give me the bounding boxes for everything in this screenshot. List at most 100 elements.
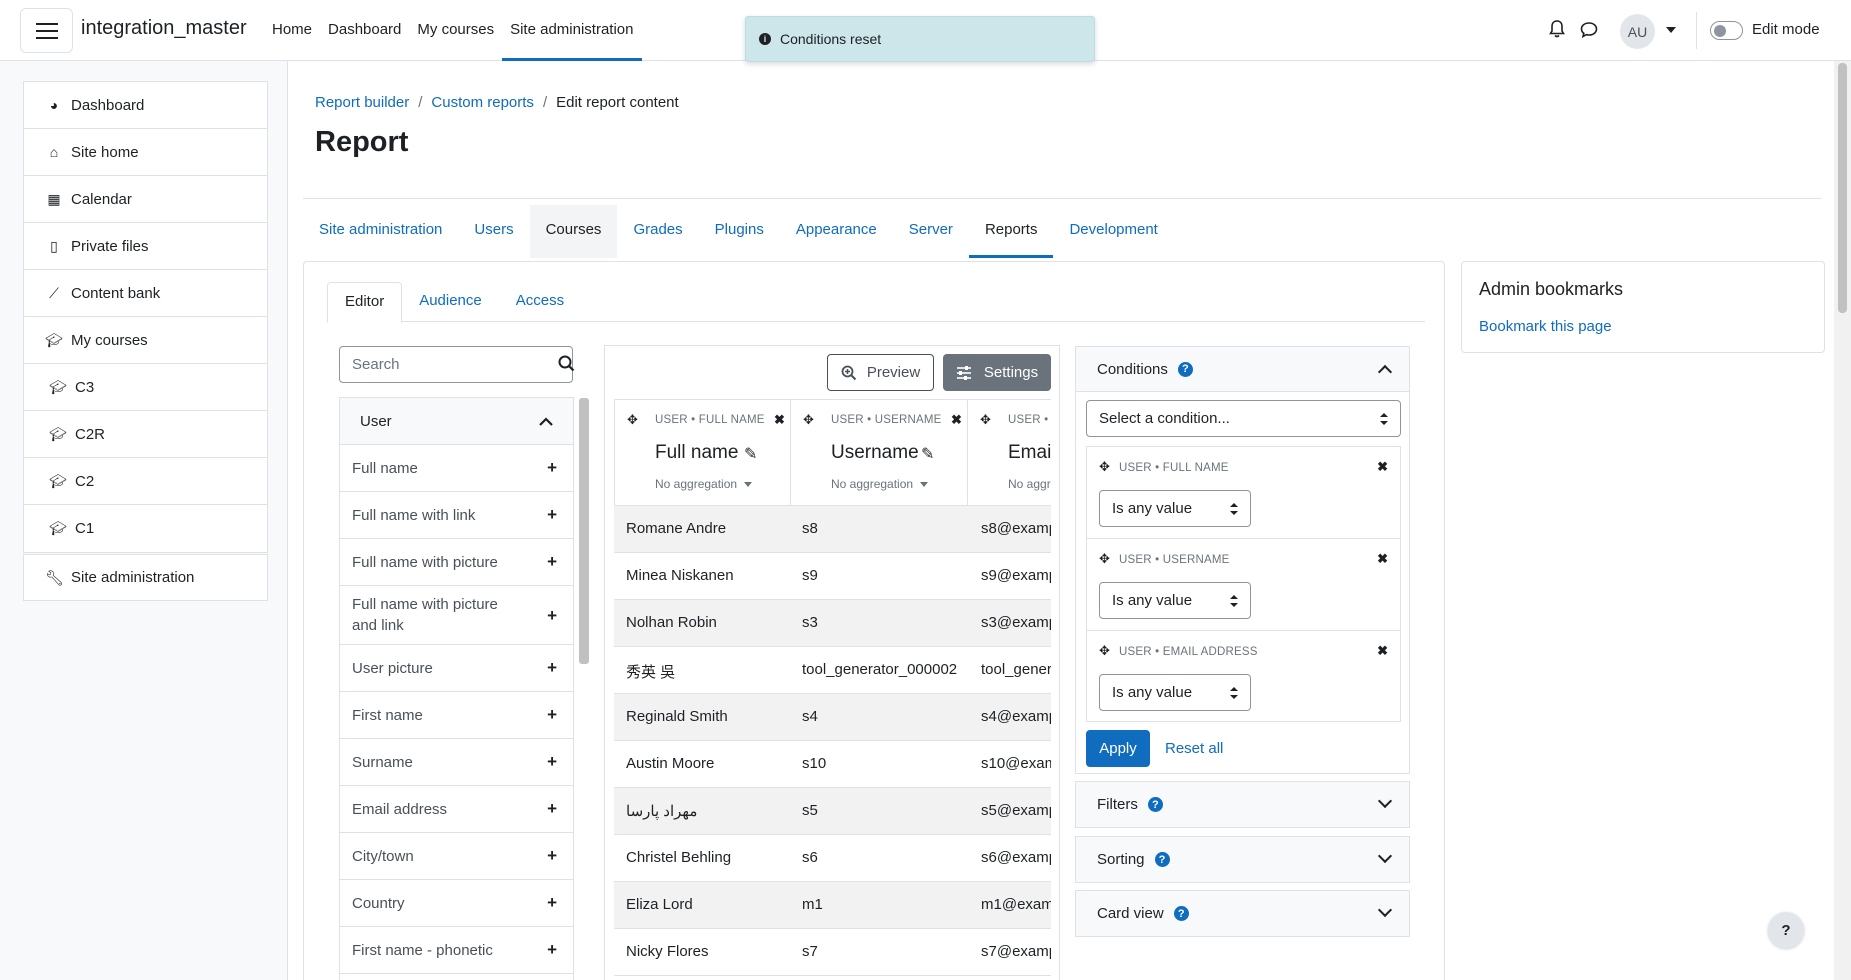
help-button[interactable]: ?	[1768, 912, 1804, 948]
nav-my-courses[interactable]: My courses	[409, 0, 502, 61]
column-item-full-name-with-picture-and-link[interactable]: Full name with picture and link +	[340, 586, 573, 645]
column-item-surname[interactable]: Surname +	[340, 739, 573, 786]
move-icon[interactable]: ✥	[1099, 551, 1110, 567]
column-item-full-name-with-link[interactable]: Full name with link +	[340, 492, 573, 539]
plus-icon[interactable]: +	[547, 458, 557, 478]
site-name[interactable]: integration_master	[81, 17, 247, 40]
condition-operator-select[interactable]: Is any value	[1099, 490, 1251, 527]
chevron-up-icon[interactable]	[539, 416, 553, 426]
chevron-down-icon[interactable]	[1377, 793, 1393, 809]
user-avatar[interactable]: AU	[1620, 14, 1655, 49]
messages-icon[interactable]	[1580, 21, 1598, 38]
drawer-item-c2r[interactable]: 🎓︎ C2R	[24, 411, 267, 458]
bell-icon[interactable]	[1549, 20, 1565, 38]
sorting-panel[interactable]: Sorting?	[1075, 836, 1410, 883]
column-header-username[interactable]: ✥ USER • USERNAME ✖ Username ✎ No aggreg…	[790, 399, 968, 506]
card-view-header[interactable]: Card view?	[1076, 891, 1409, 936]
sorting-header[interactable]: Sorting?	[1076, 837, 1409, 882]
tab-audience[interactable]: Audience	[402, 282, 499, 321]
user-menu-caret-icon[interactable]	[1666, 27, 1676, 33]
aggregation-dropdown[interactable]: No aggregation	[655, 477, 753, 491]
tab-access[interactable]: Access	[499, 282, 581, 321]
help-icon[interactable]: ?	[1173, 906, 1189, 921]
move-icon[interactable]: ✥	[980, 412, 991, 428]
drawer-item-calendar[interactable]: ▦ Calendar	[24, 176, 267, 223]
settings-button[interactable]: Settings	[943, 354, 1051, 391]
column-item-full-name-with-picture[interactable]: Full name with picture +	[340, 539, 573, 586]
plus-icon[interactable]: +	[547, 846, 557, 866]
breadcrumb-custom-reports[interactable]: Custom reports	[431, 94, 534, 111]
tab-server[interactable]: Server	[893, 205, 969, 258]
tab-appearance[interactable]: Appearance	[780, 205, 893, 258]
column-item-first-name[interactable]: First name +	[340, 692, 573, 739]
pencil-icon[interactable]: ✎	[921, 444, 934, 464]
move-icon[interactable]: ✥	[627, 412, 638, 428]
column-item-city-town[interactable]: City/town +	[340, 833, 573, 880]
move-icon[interactable]: ✥	[803, 412, 814, 428]
drawer-item-dashboard[interactable]: ◕ Dashboard	[24, 82, 267, 129]
tab-development[interactable]: Development	[1053, 205, 1173, 258]
tab-plugins[interactable]: Plugins	[699, 205, 780, 258]
filters-panel[interactable]: Filters?	[1075, 781, 1410, 828]
aggregation-dropdown[interactable]: No aggregation	[831, 477, 929, 491]
columns-list-scrollbar[interactable]	[579, 398, 589, 664]
plus-icon[interactable]: +	[547, 658, 557, 678]
plus-icon[interactable]: +	[547, 893, 557, 913]
column-header-full-name[interactable]: ✥ USER • FULL NAME ✖ Full name ✎ No aggr…	[614, 399, 791, 506]
apply-button[interactable]: Apply	[1086, 730, 1150, 767]
pencil-icon[interactable]: ✎	[744, 444, 757, 464]
chevron-down-icon[interactable]	[1377, 848, 1393, 864]
drawer-item-private-files[interactable]: ▯ Private files	[24, 223, 267, 270]
preview-button[interactable]: Preview	[827, 354, 934, 391]
plus-icon[interactable]: +	[547, 799, 557, 819]
chevron-up-icon[interactable]	[1377, 364, 1393, 380]
drawer-item-site-home[interactable]: ⌂ Site home	[24, 129, 267, 176]
tab-users[interactable]: Users	[458, 205, 529, 258]
help-icon[interactable]: ?	[1177, 361, 1193, 377]
column-item-country[interactable]: Country +	[340, 880, 573, 927]
column-item-email-address[interactable]: Email address +	[340, 786, 573, 833]
search-input[interactable]: Search	[339, 346, 573, 383]
conditions-header[interactable]: Conditions ?	[1076, 347, 1409, 392]
filters-header[interactable]: Filters?	[1076, 782, 1409, 827]
nav-home[interactable]: Home	[264, 0, 320, 61]
column-header-email[interactable]: ✥ USER • Emai No aggr	[967, 399, 1051, 506]
drawer-item-c3[interactable]: 🎓︎ C3	[24, 364, 267, 411]
card-view-panel[interactable]: Card view?	[1075, 890, 1410, 937]
close-icon[interactable]: ✖	[951, 412, 962, 428]
column-item-full-name[interactable]: Full name +	[340, 445, 573, 492]
drawer-item-site-administration[interactable]: 🔧︎ Site administration	[23, 554, 268, 601]
help-icon[interactable]: ?	[1147, 797, 1163, 812]
plus-icon[interactable]: +	[547, 552, 557, 572]
drawer-item-my-courses[interactable]: 🎓︎ My courses	[24, 317, 267, 364]
close-icon[interactable]: ✖	[1377, 459, 1388, 475]
move-icon[interactable]: ✥	[1099, 459, 1110, 475]
condition-select[interactable]: Select a condition...	[1086, 400, 1401, 437]
column-item-user-picture[interactable]: User picture +	[340, 645, 573, 692]
drawer-item-c1[interactable]: 🎓︎ C1	[24, 505, 267, 552]
edit-mode-toggle[interactable]	[1710, 21, 1743, 40]
help-icon[interactable]: ?	[1154, 852, 1170, 867]
plus-icon[interactable]: +	[547, 752, 557, 772]
nav-dashboard[interactable]: Dashboard	[320, 0, 409, 61]
column-item-first-name-phonetic[interactable]: First name - phonetic +	[340, 927, 573, 974]
bookmark-this-page-link[interactable]: Bookmark this page	[1479, 318, 1612, 335]
column-group-header[interactable]: User	[340, 398, 573, 445]
drawer-toggle-button[interactable]	[20, 8, 73, 53]
nav-site-administration[interactable]: Site administration	[502, 0, 642, 61]
breadcrumb-report-builder[interactable]: Report builder	[315, 94, 409, 111]
tab-courses[interactable]: Courses	[529, 205, 618, 258]
close-icon[interactable]: ✖	[1377, 551, 1388, 567]
plus-icon[interactable]: +	[547, 940, 557, 960]
condition-operator-select[interactable]: Is any value	[1099, 674, 1251, 711]
move-icon[interactable]: ✥	[1099, 643, 1110, 659]
drawer-item-c2[interactable]: 🎓︎ C2	[24, 458, 267, 505]
search-icon[interactable]	[558, 355, 575, 372]
plus-icon[interactable]: +	[547, 605, 557, 626]
tab-editor[interactable]: Editor	[327, 282, 403, 323]
drawer-item-content-bank[interactable]: ⟋ Content bank	[24, 270, 267, 317]
page-scrollbar[interactable]	[1834, 61, 1851, 980]
close-icon[interactable]: ✖	[774, 412, 785, 428]
tab-reports[interactable]: Reports	[968, 205, 1054, 258]
close-icon[interactable]: ✖	[1377, 643, 1388, 659]
